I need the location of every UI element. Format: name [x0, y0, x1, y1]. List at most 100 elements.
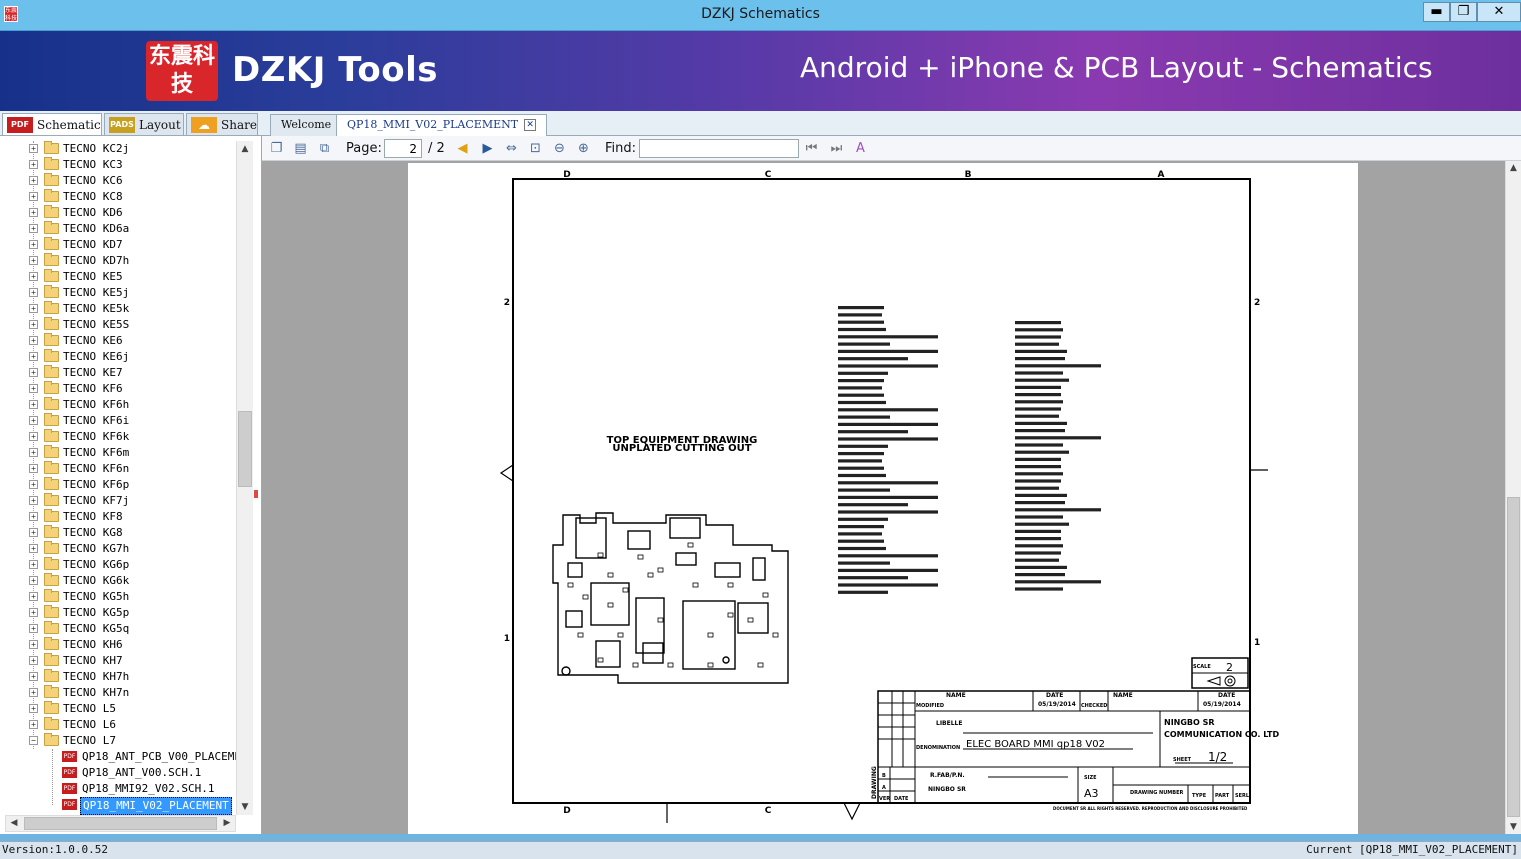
- expand-icon[interactable]: +: [29, 256, 38, 265]
- tree-folder-item[interactable]: + TECNO KC2j: [0, 141, 236, 157]
- expand-icon[interactable]: +: [29, 432, 38, 441]
- expand-icon[interactable]: +: [29, 368, 38, 377]
- find-input[interactable]: [639, 139, 799, 158]
- expand-icon[interactable]: +: [29, 624, 38, 633]
- tree-folder-item[interactable]: + TECNO KE5k: [0, 301, 236, 317]
- tree-folder-item[interactable]: + TECNO KH6: [0, 637, 236, 653]
- expand-icon[interactable]: +: [29, 352, 38, 361]
- expand-icon[interactable]: +: [29, 608, 38, 617]
- expand-icon[interactable]: +: [29, 528, 38, 537]
- expand-icon[interactable]: +: [29, 176, 38, 185]
- find-next-icon[interactable]: ⏭: [828, 140, 845, 157]
- tree-folder-item[interactable]: + TECNO KC6: [0, 173, 236, 189]
- tree-folder-item[interactable]: + TECNO KF6h: [0, 397, 236, 413]
- close-button[interactable]: ✕: [1477, 2, 1521, 22]
- tree-folder-item[interactable]: + TECNO KF7j: [0, 493, 236, 509]
- expand-icon[interactable]: +: [29, 400, 38, 409]
- expand-icon[interactable]: +: [29, 208, 38, 217]
- expand-icon[interactable]: +: [29, 192, 38, 201]
- tree-folder-item[interactable]: + TECNO KD7h: [0, 253, 236, 269]
- tab-share[interactable]: ☁ Share: [186, 113, 258, 135]
- tab-layout[interactable]: PADS Layout: [104, 113, 184, 135]
- hscroll-thumb[interactable]: [24, 817, 217, 830]
- scroll-down-arrow-icon[interactable]: ▼: [237, 799, 253, 815]
- tree-folder-item[interactable]: + TECNO KD7: [0, 237, 236, 253]
- tree-folder-item[interactable]: + TECNO L5: [0, 701, 236, 717]
- expand-icon[interactable]: +: [29, 640, 38, 649]
- tree-folder-item[interactable]: + TECNO KG6p: [0, 557, 236, 573]
- tree-folder-item[interactable]: + TECNO KD6a: [0, 221, 236, 237]
- expand-icon[interactable]: +: [29, 272, 38, 281]
- tree-file-item[interactable]: PDF QP18_MMI_V02_PLACEMENT: [0, 797, 236, 815]
- tree-folder-item[interactable]: + TECNO KG5q: [0, 621, 236, 637]
- tab-document[interactable]: QP18_MMI_V02_PLACEMENT ✕: [336, 114, 548, 136]
- scroll-up-arrow-icon[interactable]: ▲: [237, 141, 253, 157]
- expand-icon[interactable]: +: [29, 544, 38, 553]
- tree-file-item[interactable]: PDF QP18_ANT_PCB_V00_PLACEMENT: [0, 749, 236, 765]
- expand-icon[interactable]: +: [29, 304, 38, 313]
- viewer-scroll-down-icon[interactable]: ▼: [1506, 822, 1521, 832]
- expand-icon[interactable]: +: [29, 464, 38, 473]
- page-number-input[interactable]: [384, 139, 422, 158]
- tree-folder-item[interactable]: + TECNO KF6: [0, 381, 236, 397]
- scroll-right-arrow-icon[interactable]: ▶: [219, 816, 235, 831]
- expand-icon[interactable]: +: [29, 480, 38, 489]
- expand-icon[interactable]: +: [29, 576, 38, 585]
- minimize-button[interactable]: ▬: [1423, 2, 1450, 22]
- viewer-scroll-up-icon[interactable]: ▲: [1506, 163, 1521, 173]
- expand-icon[interactable]: +: [29, 560, 38, 569]
- tree-folder-item[interactable]: + TECNO KE5j: [0, 285, 236, 301]
- find-previous-icon[interactable]: ⏮: [803, 140, 820, 157]
- tree-folder-item[interactable]: + TECNO KH7h: [0, 669, 236, 685]
- tree-folder-item[interactable]: + TECNO KE6j: [0, 349, 236, 365]
- tree-folder-item[interactable]: + TECNO KG5h: [0, 589, 236, 605]
- expand-icon[interactable]: +: [29, 416, 38, 425]
- tree-folder-item[interactable]: + TECNO L6: [0, 717, 236, 733]
- tree-folder-item[interactable]: + TECNO KD6: [0, 205, 236, 221]
- fit-page-icon[interactable]: ⊡: [527, 140, 544, 157]
- previous-page-icon[interactable]: ◀: [454, 140, 471, 157]
- tree-horizontal-scrollbar[interactable]: ◀ ▶: [5, 815, 236, 832]
- tree-folder-item[interactable]: + TECNO KC3: [0, 157, 236, 173]
- fit-width-icon[interactable]: ⇔: [503, 140, 520, 157]
- expand-icon[interactable]: +: [29, 496, 38, 505]
- expand-icon[interactable]: +: [29, 592, 38, 601]
- tree-folder-item[interactable]: + TECNO KF8: [0, 509, 236, 525]
- tree-folder-item[interactable]: − TECNO L7: [0, 733, 236, 749]
- tree-folder-item[interactable]: + TECNO KE6: [0, 333, 236, 349]
- tree-vertical-scrollbar[interactable]: ▲ ▼: [236, 141, 253, 815]
- highlight-text-icon[interactable]: A: [852, 140, 869, 157]
- zoom-out-icon[interactable]: ⊖: [551, 140, 568, 157]
- expand-icon[interactable]: +: [29, 320, 38, 329]
- expand-icon[interactable]: +: [29, 240, 38, 249]
- tab-schematic[interactable]: PDF Schematic: [2, 113, 102, 135]
- tree-folder-item[interactable]: + TECNO KF6k: [0, 429, 236, 445]
- tree-folder-item[interactable]: + TECNO KE7: [0, 365, 236, 381]
- tree-file-item[interactable]: PDF QP18_MMI92_V02.SCH.1: [0, 781, 236, 797]
- tree-folder-item[interactable]: + TECNO KG7h: [0, 541, 236, 557]
- close-tab-icon[interactable]: ✕: [524, 119, 537, 131]
- expand-icon[interactable]: +: [29, 720, 38, 729]
- copy-icon[interactable]: ❐: [268, 140, 285, 157]
- expand-icon[interactable]: +: [29, 688, 38, 697]
- pdf-viewer[interactable]: D C B A D C 2 1 2 1 TOP EQUIPMENT DRAWIN…: [262, 161, 1505, 834]
- tree-folder-item[interactable]: + TECNO KG6k: [0, 573, 236, 589]
- expand-icon[interactable]: +: [29, 144, 38, 153]
- maximize-button[interactable]: ❐: [1450, 2, 1477, 22]
- expand-icon[interactable]: +: [29, 384, 38, 393]
- tree-folder-item[interactable]: + TECNO KG5p: [0, 605, 236, 621]
- scroll-left-arrow-icon[interactable]: ◀: [6, 816, 22, 831]
- model-tree[interactable]: + TECNO KC2j + TECNO KC3 + TECNO KC6 + TECNO KC…: [0, 141, 236, 815]
- expand-icon[interactable]: +: [29, 672, 38, 681]
- tree-folder-item[interactable]: + TECNO KG8: [0, 525, 236, 541]
- next-page-icon[interactable]: ▶: [479, 140, 496, 157]
- tree-folder-item[interactable]: + TECNO KF6m: [0, 445, 236, 461]
- collapse-icon[interactable]: −: [29, 736, 38, 745]
- tree-folder-item[interactable]: + TECNO KH7: [0, 653, 236, 669]
- expand-icon[interactable]: +: [29, 448, 38, 457]
- viewer-vertical-scrollbar[interactable]: ▲ ▼: [1505, 161, 1521, 834]
- panel-splitter-handle[interactable]: [254, 490, 258, 498]
- expand-icon[interactable]: +: [29, 224, 38, 233]
- tree-folder-item[interactable]: + TECNO KF6p: [0, 477, 236, 493]
- pages-icon[interactable]: ⧉: [316, 140, 333, 157]
